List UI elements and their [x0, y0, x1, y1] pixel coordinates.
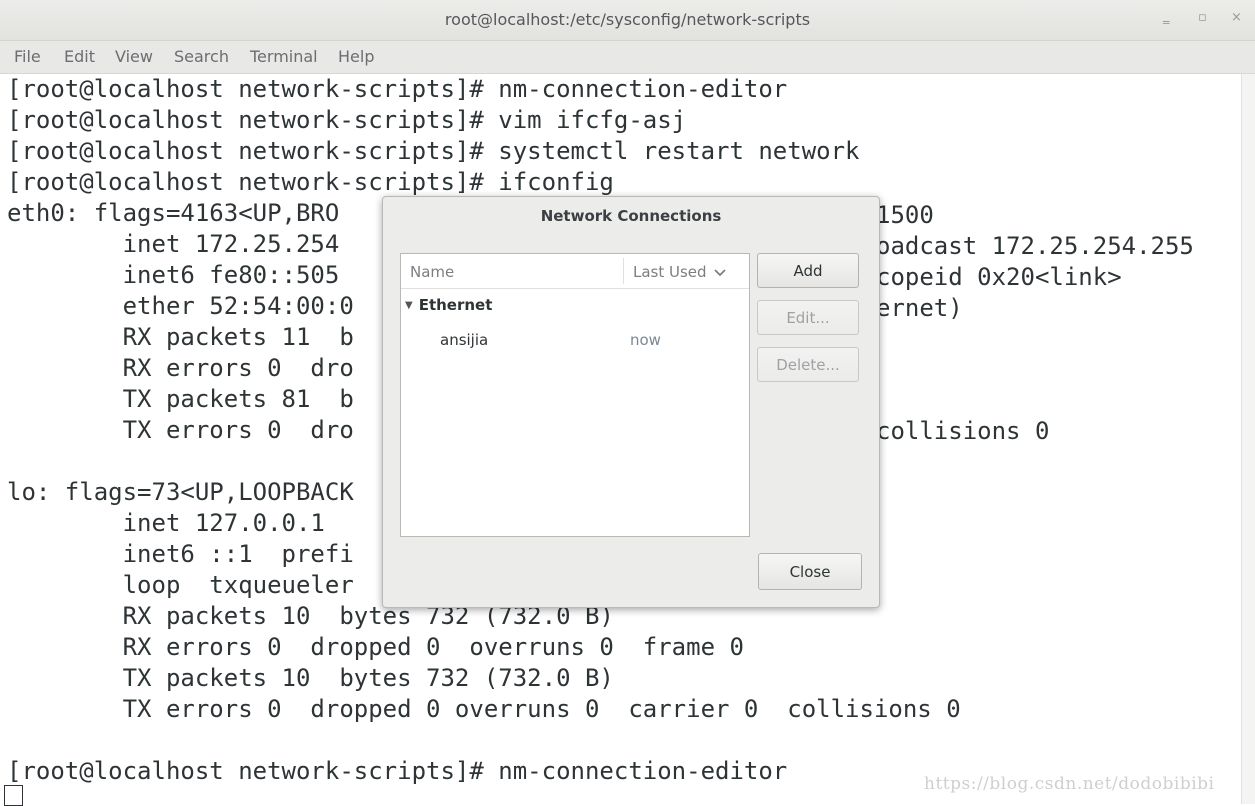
terminal-line: RX packets 11 b — [7, 323, 354, 351]
connection-last-used[interactable]: now — [630, 331, 661, 349]
terminal-line: lo: flags=73<UP,LOOPBACK — [7, 478, 354, 506]
close-button[interactable]: Close — [758, 553, 862, 590]
terminal-line: TX errors 0 dropped 0 overruns 0 carrier… — [7, 695, 961, 723]
menu-bar: File Edit View Search Terminal Help — [0, 41, 1255, 74]
menu-terminal[interactable]: Terminal — [250, 47, 318, 66]
terminal-line: TX packets 81 b — [7, 385, 354, 413]
terminal-line: inet6 ::1 prefi — [7, 540, 354, 568]
terminal-line: ether 52:54:00:0 — [7, 292, 354, 320]
menu-search[interactable]: Search — [174, 47, 229, 66]
terminal-line-fragment: 1500 — [876, 201, 934, 229]
menu-edit[interactable]: Edit — [64, 47, 95, 66]
terminal-scrollbar[interactable] — [1241, 74, 1255, 804]
list-header: Name Last Used — [401, 254, 749, 289]
terminal-line: [root@localhost network-scripts]# nm-con… — [7, 75, 788, 103]
add-button[interactable]: Add — [757, 253, 859, 288]
watermark: https://blog.csdn.net/dodobibibi — [924, 774, 1215, 794]
expander-triangle-icon[interactable]: ▼ — [405, 300, 413, 311]
title-bar: root@localhost:/etc/sysconfig/network-sc… — [0, 0, 1255, 41]
terminal-line: [root@localhost network-scripts]# vim if… — [7, 106, 687, 134]
terminal-cursor — [4, 785, 23, 806]
terminal-line: RX errors 0 dropped 0 overruns 0 frame 0 — [7, 633, 744, 661]
network-connections-dialog: Network Connections Name Last Used ▼ Ethe… — [382, 196, 880, 608]
column-last-used[interactable]: Last Used — [633, 263, 726, 281]
terminal-line-fragment: ernet) — [876, 294, 963, 322]
terminal-line-fragment: copeid 0x20<link> — [876, 263, 1122, 291]
connection-name[interactable]: ansijia — [440, 331, 488, 349]
minimize-icon[interactable]: ‗ — [1163, 10, 1170, 25]
terminal-line: TX errors 0 dro — [7, 416, 354, 444]
edit-button[interactable]: Edit... — [757, 300, 859, 335]
column-name[interactable]: Name — [410, 263, 454, 281]
maximize-icon[interactable]: ▫ — [1198, 10, 1207, 25]
terminal-line: RX errors 0 dro — [7, 354, 354, 382]
terminal-line: TX packets 10 bytes 732 (732.0 B) — [7, 664, 614, 692]
terminal-line: [root@localhost network-scripts]# nm-con… — [7, 757, 788, 785]
terminal-line-fragment: collisions 0 — [876, 417, 1050, 445]
menu-view[interactable]: View — [115, 47, 153, 66]
terminal-line-fragment: oadcast 172.25.254.255 — [876, 232, 1194, 260]
close-icon[interactable]: × — [1231, 10, 1242, 25]
terminal-line: [root@localhost network-scripts]# system… — [7, 137, 860, 165]
terminal-line: inet 127.0.0.1 — [7, 509, 325, 537]
group-label: Ethernet — [418, 296, 493, 314]
column-last-used-label: Last Used — [633, 263, 707, 281]
column-divider — [623, 258, 624, 284]
terminal-line: inet 172.25.254 — [7, 230, 340, 258]
terminal-line: loop txqueueler — [7, 571, 354, 599]
menu-help[interactable]: Help — [338, 47, 374, 66]
delete-button[interactable]: Delete... — [757, 347, 859, 382]
terminal-line: [root@localhost network-scripts]# ifconf… — [7, 168, 614, 196]
group-ethernet[interactable]: ▼ Ethernet — [405, 296, 492, 314]
dialog-title: Network Connections — [540, 207, 722, 225]
chevron-down-icon — [714, 269, 726, 277]
menu-file[interactable]: File — [14, 47, 41, 66]
terminal-line: eth0: flags=4163<UP,BRO — [7, 199, 340, 227]
connections-list[interactable]: Name Last Used ▼ Ethernet ansijia now — [400, 253, 750, 537]
window-title: root@localhost:/etc/sysconfig/network-sc… — [444, 10, 811, 29]
terminal-line: inet6 fe80::505 — [7, 261, 340, 289]
